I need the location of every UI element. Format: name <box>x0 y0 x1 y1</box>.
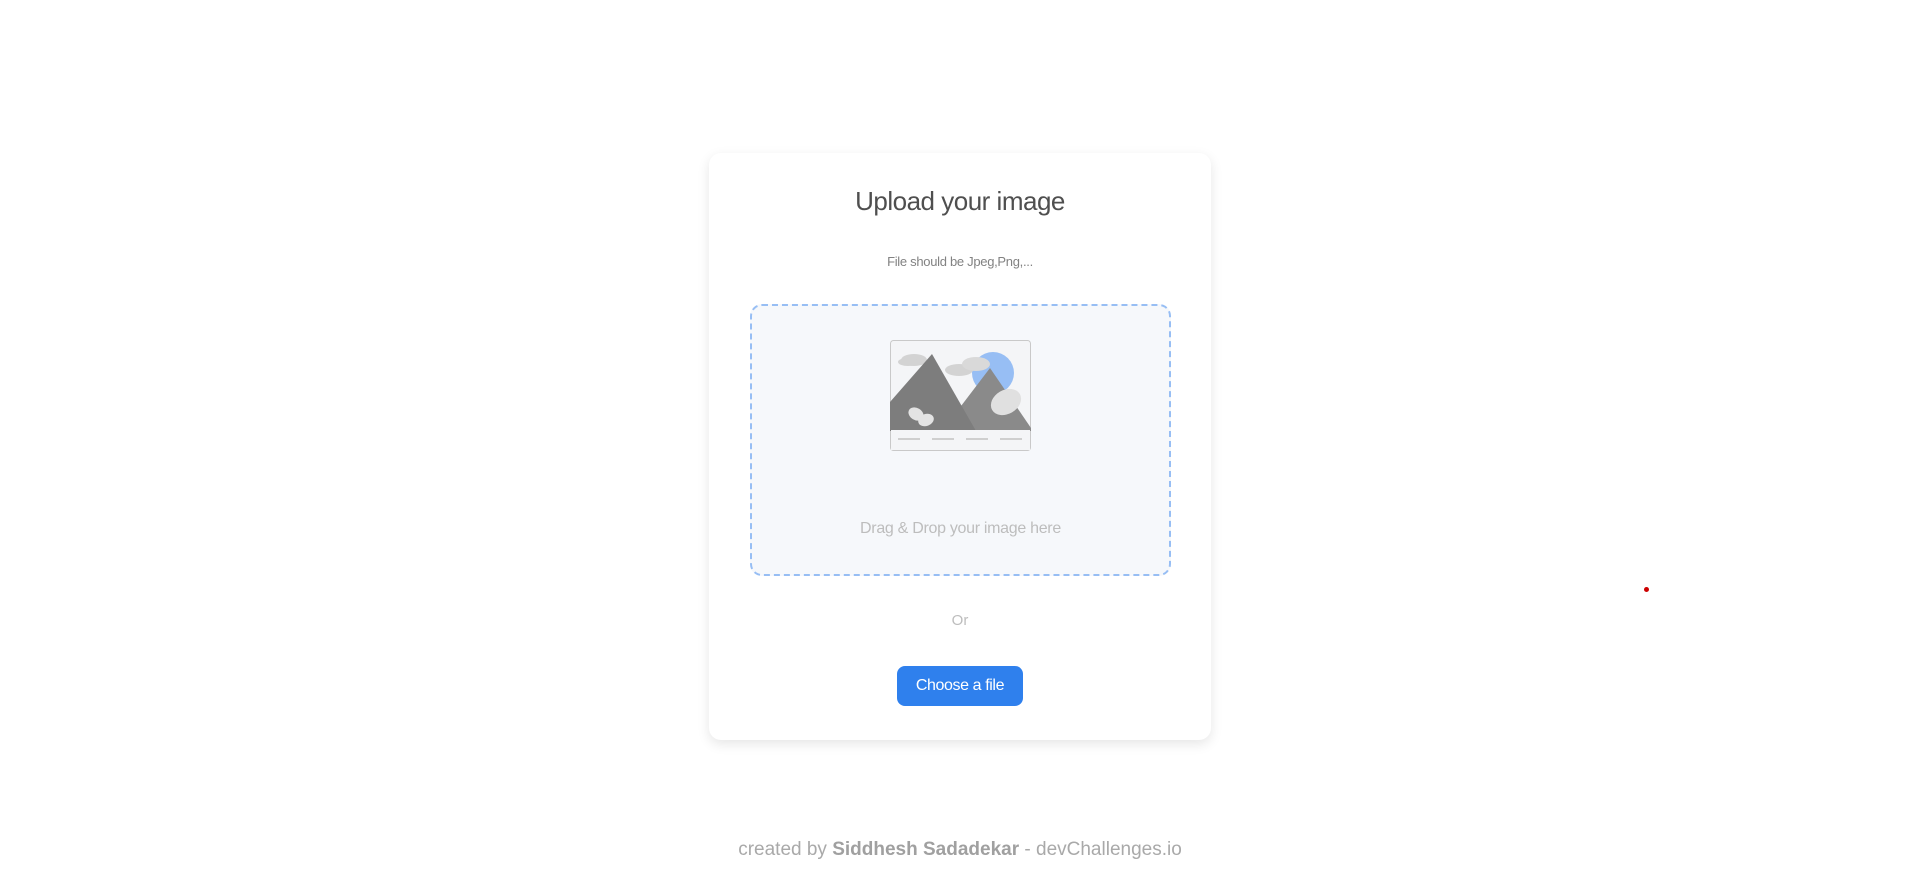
page-title: Upload your image <box>855 186 1065 216</box>
footer-prefix: created by <box>738 839 827 860</box>
choose-file-button[interactable]: Choose a file <box>897 666 1023 706</box>
footer-credit: created by Siddhesh Sadadekar - devChall… <box>0 839 1920 861</box>
drop-zone[interactable]: Drag & Drop your image here <box>750 304 1171 576</box>
drop-zone-label: Drag & Drop your image here <box>860 520 1061 537</box>
page: Upload your image File should be Jpeg,Pn… <box>0 0 1920 890</box>
file-type-hint: File should be Jpeg,Png,... <box>887 254 1033 269</box>
or-separator: Or <box>951 612 969 629</box>
image-placeholder-icon <box>890 340 1031 451</box>
cursor-dot <box>1644 587 1649 592</box>
upload-card: Upload your image File should be Jpeg,Pn… <box>709 153 1211 740</box>
footer-author: Siddhesh Sadadekar <box>832 839 1020 860</box>
footer-suffix: - devChallenges.io <box>1024 839 1182 860</box>
